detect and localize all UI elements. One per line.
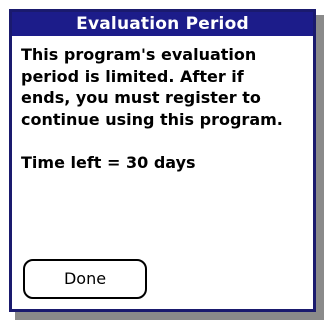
dialog-title: Evaluation Period: [12, 12, 313, 36]
dialog-message: This program's evaluation period is limi…: [21, 45, 283, 129]
time-left-text: Time left = 30 days: [21, 153, 196, 172]
evaluation-dialog: Evaluation Period This program's evaluat…: [9, 9, 316, 312]
done-button[interactable]: Done: [23, 259, 147, 299]
